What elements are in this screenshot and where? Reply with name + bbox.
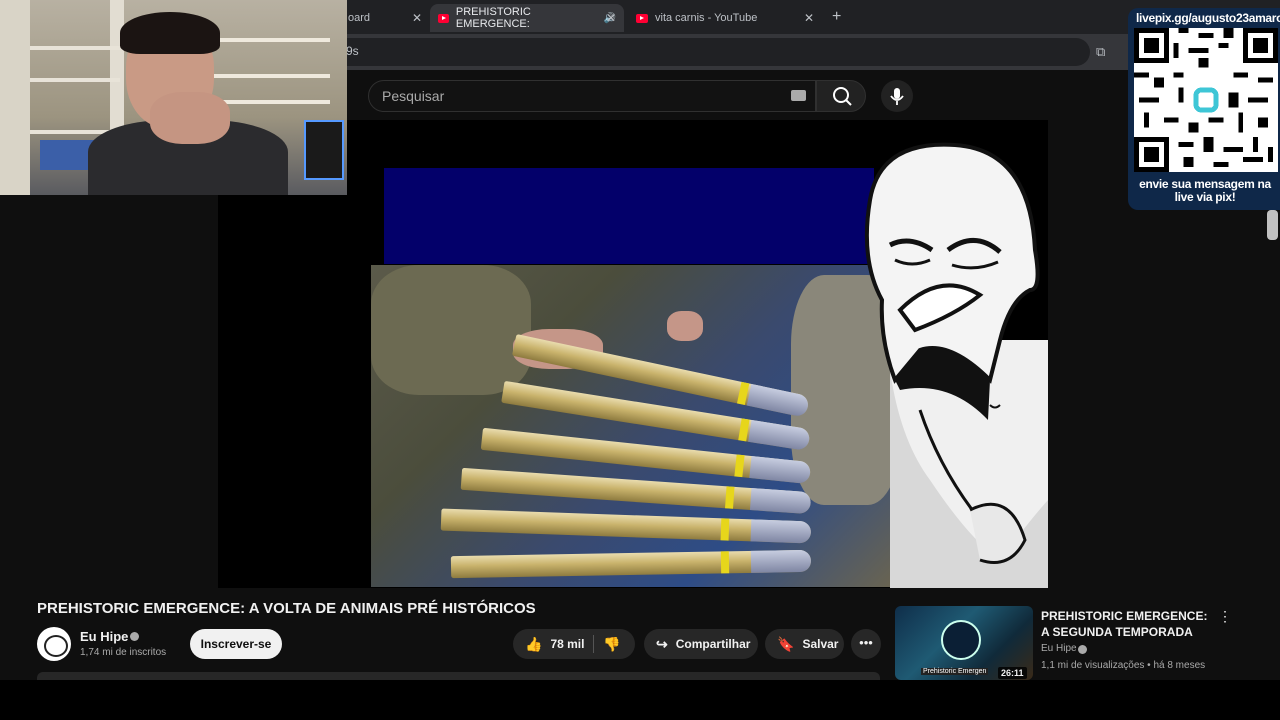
tab-label: oard <box>348 12 371 24</box>
voice-search-button[interactable] <box>881 80 913 112</box>
save-label: Salvar <box>802 637 839 651</box>
search-icon <box>833 87 852 106</box>
youtube-icon <box>636 13 648 23</box>
video-frame-ammunition <box>371 265 894 587</box>
related-video-title[interactable]: PREHISTORIC EMERGENCE: A SEGUNDA TEMPORA… <box>1041 608 1211 640</box>
share-button[interactable]: ↪ Compartilhar <box>644 629 758 659</box>
tab-label: PREHISTORIC EMERGENCE: <box>455 6 531 30</box>
shell <box>450 549 812 579</box>
bottom-letterbox <box>0 680 1280 720</box>
computer-case <box>304 120 344 180</box>
channel-avatar[interactable] <box>37 627 71 661</box>
video-blue-bar <box>384 168 874 264</box>
search-placeholder: Pesquisar <box>382 88 445 104</box>
install-icon[interactable]: ⧉ <box>1096 44 1105 60</box>
hand <box>667 311 703 341</box>
tab-board[interactable]: oard ✕ <box>340 4 430 32</box>
thumbs-up-icon: 👍 <box>525 635 543 652</box>
qr-code <box>1134 28 1278 172</box>
close-icon[interactable]: ✕ <box>412 11 422 25</box>
pix-url: livepix.gg/augusto23amaro <box>1136 11 1280 25</box>
tab-prehistoric[interactable]: PREHISTORIC EMERGENCE: 🔊 ✕ <box>430 4 624 32</box>
related-channel[interactable]: Eu Hipe <box>1041 643 1077 654</box>
thumbs-down-icon[interactable]: 👎 <box>603 636 620 653</box>
verified-icon <box>1078 645 1087 654</box>
more-options-icon[interactable]: ⋮ <box>1218 608 1232 625</box>
subscriber-count: 1,74 mi de inscritos <box>80 647 167 658</box>
address-text: 9s <box>346 44 359 58</box>
bookmark-icon: 🔖 <box>777 635 795 652</box>
like-button[interactable]: 👍 78 mil <box>513 636 584 653</box>
subscribe-button[interactable]: Inscrever-se <box>190 629 282 659</box>
tab-vita-carnis[interactable]: vita carnis - YouTube ✕ <box>628 4 822 32</box>
video-duration: 26:11 <box>998 667 1027 679</box>
like-dislike-group: 👍 78 mil 👎 <box>513 629 635 659</box>
pix-message: envie sua mensagem na live via pix! <box>1139 177 1271 204</box>
verified-icon <box>130 632 139 641</box>
scrollbar-thumb[interactable] <box>1267 210 1278 240</box>
like-count: 78 mil <box>550 637 585 651</box>
share-label: Compartilhar <box>675 637 751 651</box>
save-button[interactable]: 🔖 Salvar <box>765 629 844 659</box>
close-icon[interactable]: ✕ <box>606 11 616 25</box>
shell <box>440 508 812 544</box>
divider <box>593 635 594 653</box>
search-button[interactable] <box>816 80 866 112</box>
tab-label: vita carnis - YouTube <box>655 12 758 24</box>
address-bar[interactable]: 9s <box>330 38 1090 66</box>
thumb-caption: Prehistoric Emergen <box>921 668 989 675</box>
microphone-icon <box>890 88 904 105</box>
video-title: PREHISTORIC EMERGENCE: A VOLTA DE ANIMAI… <box>37 600 536 617</box>
youtube-icon <box>438 13 449 23</box>
webcam-overlay <box>0 0 347 195</box>
camo-clothing <box>371 265 531 395</box>
cartoon-character <box>864 142 1048 588</box>
close-icon[interactable]: ✕ <box>804 11 814 25</box>
emblem-icon <box>941 620 981 660</box>
more-actions-button[interactable]: ••• <box>851 629 881 659</box>
share-icon: ↪ <box>656 635 668 652</box>
related-meta: 1,1 mi de visualizações • há 8 meses <box>1041 660 1206 671</box>
keyboard-icon[interactable] <box>791 90 806 101</box>
new-tab-button[interactable]: + <box>832 8 841 26</box>
channel-name[interactable]: Eu Hipe <box>80 629 128 644</box>
description-box[interactable] <box>37 672 880 680</box>
